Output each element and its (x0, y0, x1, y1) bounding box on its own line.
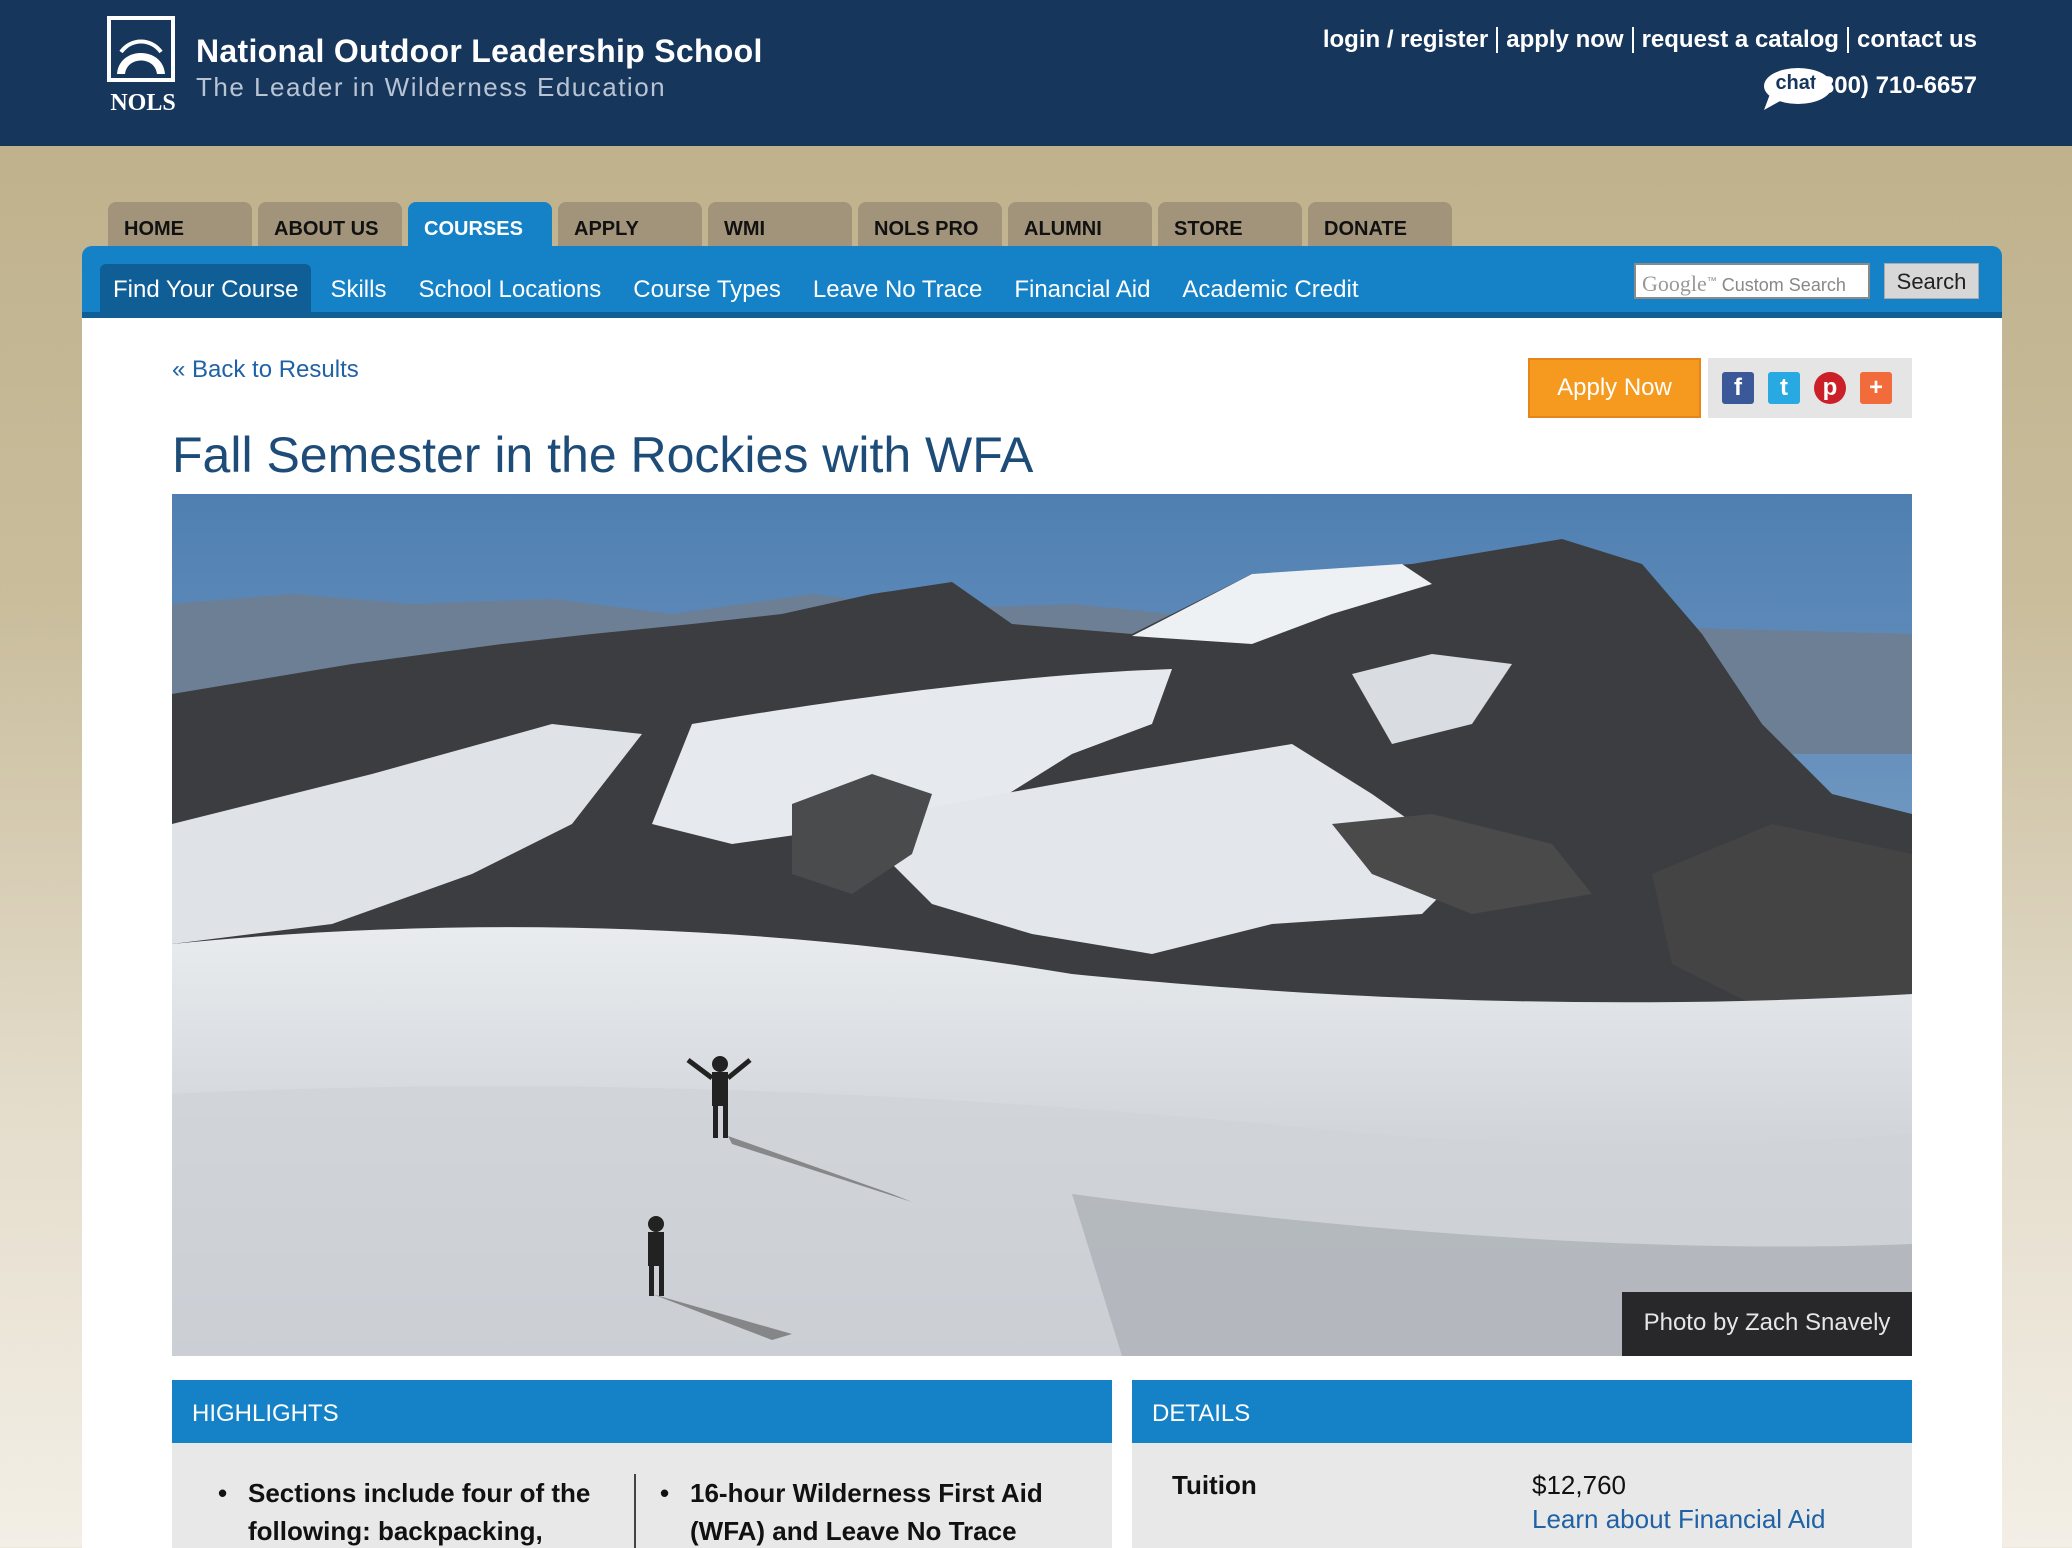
utility-links: login / register apply now request a cat… (1323, 26, 1977, 54)
tab-about-us[interactable]: ABOUT US (258, 202, 402, 247)
tab-home[interactable]: HOME (108, 202, 252, 247)
hero-photo (172, 494, 1912, 1356)
tab-nols-pro[interactable]: NOLS PRO (858, 202, 1002, 247)
highlights-heading: HIGHLIGHTS (172, 1380, 1112, 1443)
tab-alumni[interactable]: ALUMNI (1008, 202, 1152, 247)
twitter-icon[interactable]: t (1768, 372, 1800, 404)
tuition-label: Tuition (1172, 1470, 1257, 1500)
tab-store[interactable]: STORE (1158, 202, 1302, 247)
details-heading: DETAILS (1132, 1380, 1912, 1443)
logo-mark-text: NOLS (110, 90, 175, 114)
site-title[interactable]: National Outdoor Leadership School (196, 33, 763, 70)
column-divider (634, 1474, 636, 1548)
subnav-academic-credit[interactable]: Academic Credit (1169, 264, 1371, 314)
highlight-text: 16-hour Wilderness First Aid (690, 1478, 1043, 1508)
separator (1846, 27, 1849, 53)
page-title: Fall Semester in the Rockies with WFA (172, 427, 1034, 483)
photo-caption: Photo by Zach Snavely (1622, 1292, 1912, 1356)
highlight-text: Sections include four of the (248, 1478, 591, 1508)
highlight-text: following: backpacking, (248, 1516, 543, 1546)
phone-number: (800) 710-6657 (1812, 72, 1977, 99)
primary-nav: HOME ABOUT US COURSES APPLY WMI NOLS PRO… (108, 202, 1452, 247)
facebook-icon[interactable]: f (1722, 372, 1754, 404)
list-item: • Sections include four of the following… (218, 1474, 591, 1548)
subnav-school-locations[interactable]: School Locations (405, 264, 614, 314)
tab-courses[interactable]: COURSES (408, 202, 552, 247)
pinterest-icon[interactable]: p (1814, 372, 1846, 404)
apply-now-link[interactable]: apply now (1506, 26, 1623, 54)
highlight-text: (WFA) and Leave No Trace (690, 1516, 1017, 1546)
back-to-results-link[interactable]: « Back to Results (172, 356, 359, 384)
contact-us-link[interactable]: contact us (1857, 26, 1977, 54)
separator (1631, 27, 1634, 53)
tab-donate[interactable]: DONATE (1308, 202, 1452, 247)
nols-logo-icon[interactable]: NOLS (107, 16, 179, 114)
subnav-skills[interactable]: Skills (317, 264, 399, 314)
subnav-course-types[interactable]: Course Types (620, 264, 794, 314)
search-button[interactable]: Search (1884, 263, 1979, 299)
share-bar: f t p + (1708, 358, 1912, 418)
subnav-financial-aid[interactable]: Financial Aid (1001, 264, 1163, 314)
tab-wmi[interactable]: WMI (708, 202, 852, 247)
subnav-leave-no-trace[interactable]: Leave No Trace (800, 264, 995, 314)
search-input[interactable]: Google™ Custom Search (1634, 263, 1870, 299)
search-placeholder: Custom Search (1721, 275, 1846, 295)
request-catalog-link[interactable]: request a catalog (1642, 26, 1839, 54)
list-item: • 16-hour Wilderness First Aid (WFA) and… (660, 1474, 1043, 1548)
add-share-icon[interactable]: + (1860, 372, 1892, 404)
tab-apply[interactable]: APPLY (558, 202, 702, 247)
bullet: • (218, 1478, 228, 1508)
bullet: • (660, 1478, 670, 1508)
separator (1496, 27, 1499, 53)
tuition-value: $12,760 (1532, 1470, 1626, 1500)
login-register-link[interactable]: login / register (1323, 26, 1488, 54)
subnav-find-your-course[interactable]: Find Your Course (100, 264, 312, 314)
google-brand: Google (1642, 271, 1707, 296)
apply-now-button[interactable]: Apply Now (1528, 358, 1701, 418)
financial-aid-link[interactable]: Learn about Financial Aid (1532, 1504, 1825, 1535)
trademark: ™ (1706, 276, 1717, 287)
site-tagline: The Leader in Wilderness Education (196, 72, 667, 102)
